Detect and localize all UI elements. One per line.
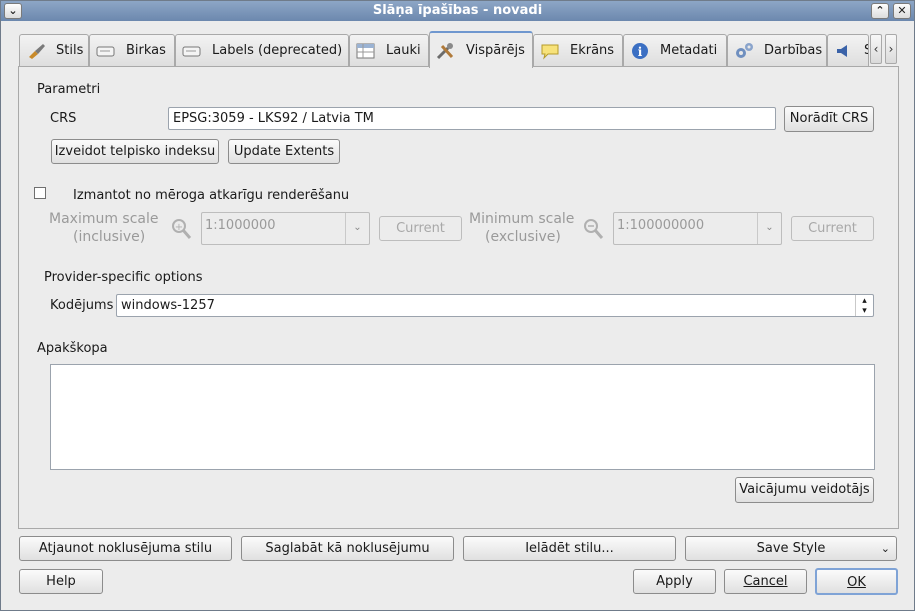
- tab-bar: Stils Birkas Labels (deprecated) Lauki V…: [19, 31, 899, 68]
- save-style-label: Save Style: [756, 541, 826, 556]
- layer-properties-window: ⌄ Slāņa īpašības - novadi ⌃ ✕ Stils Birk…: [0, 0, 915, 611]
- min-scale-current-button[interactable]: Current: [791, 216, 874, 241]
- ok-button[interactable]: OK: [815, 568, 898, 595]
- cancel-button[interactable]: Cancel: [724, 569, 807, 594]
- scale-dependent-label: Izmantot no mēroga atkarīgu renderēšanu: [73, 188, 350, 203]
- tab-label: Birkas: [126, 43, 166, 58]
- brush-icon: [26, 42, 46, 60]
- window-title: Slāņa īpašības - novadi: [372, 3, 543, 18]
- tab-actions[interactable]: Darbības: [727, 34, 827, 66]
- tab-style[interactable]: Stils: [19, 34, 89, 66]
- provider-options-heading: Provider-specific options: [44, 270, 203, 285]
- max-scale-combo[interactable]: 1:1000000 ⌄: [201, 212, 370, 245]
- chevron-down-icon: ⌄: [757, 213, 781, 244]
- query-builder-button[interactable]: Vaicājumu veidotājs: [735, 477, 874, 503]
- max-scale-value: 1:1000000: [205, 218, 276, 233]
- gears-icon: [734, 42, 754, 60]
- load-style-button[interactable]: Ielādēt stilu...: [463, 536, 676, 561]
- tab-label: S: [864, 43, 868, 58]
- info-icon: i: [630, 42, 650, 60]
- encoding-value: windows-1257: [121, 298, 215, 313]
- tab-general[interactable]: Vispārējs: [429, 31, 533, 68]
- apply-button[interactable]: Apply: [633, 569, 716, 594]
- max-scale-current-button[interactable]: Current: [379, 216, 462, 241]
- specify-crs-button[interactable]: Norādīt CRS: [784, 106, 874, 132]
- min-scale-label: Minimum scale: [469, 211, 575, 227]
- min-scale-sublabel: (exclusive): [485, 229, 561, 245]
- tab-label: Stils: [56, 43, 84, 58]
- speech-bubble-icon: [540, 42, 560, 60]
- label-icon: [96, 42, 116, 60]
- update-extents-button[interactable]: Update Extents: [228, 139, 340, 164]
- zoom-out-icon: [583, 217, 605, 245]
- tab-scroll-left-icon[interactable]: ‹: [870, 34, 882, 64]
- tab-display[interactable]: Ekrāns: [533, 34, 623, 66]
- tab-metadata[interactable]: i Metadati: [623, 34, 727, 66]
- tab-label: Labels (deprecated): [212, 43, 343, 58]
- chevron-down-icon: ⌄: [345, 213, 369, 244]
- restore-default-style-button[interactable]: Atjaunot noklusējuma stilu: [19, 536, 232, 561]
- zoom-in-icon: +: [171, 217, 193, 245]
- crs-field[interactable]: EPSG:3059 - LKS92 / Latvia TM: [168, 107, 776, 130]
- tab-label: Darbības: [764, 43, 823, 58]
- tab-label: Lauki: [386, 43, 421, 58]
- max-scale-label: Maximum scale: [49, 211, 159, 227]
- create-spatial-index-button[interactable]: Izveidot telpisko indeksu: [51, 139, 219, 164]
- tab-label: Ekrāns: [570, 43, 615, 58]
- table-icon: [356, 42, 376, 60]
- tab-fields[interactable]: Lauki: [349, 34, 429, 66]
- encoding-combo[interactable]: windows-1257 ▴ ▾: [116, 294, 874, 317]
- speaker-icon: [834, 42, 854, 60]
- title-bar: ⌄ Slāņa īpašības - novadi ⌃ ✕: [1, 1, 914, 21]
- updown-icon: ▴ ▾: [855, 295, 873, 316]
- svg-text:i: i: [638, 45, 643, 59]
- tab-overflow[interactable]: S: [827, 34, 869, 66]
- help-button[interactable]: Help: [19, 569, 103, 594]
- subset-heading: Apakškopa: [37, 341, 108, 356]
- scale-dependent-checkbox[interactable]: [34, 187, 46, 199]
- min-scale-value: 1:100000000: [617, 218, 705, 233]
- min-scale-combo[interactable]: 1:100000000 ⌄: [613, 212, 782, 245]
- tab-labels[interactable]: Birkas: [89, 34, 175, 66]
- tab-scroll-right-icon[interactable]: ›: [885, 34, 897, 64]
- subset-textarea[interactable]: [50, 364, 875, 470]
- label-icon: [182, 42, 202, 60]
- crs-label: CRS: [50, 111, 77, 126]
- tools-icon: [436, 42, 456, 60]
- close-button[interactable]: ✕: [893, 3, 911, 19]
- chevron-down-icon: ⌄: [880, 542, 890, 555]
- tab-labels-deprecated[interactable]: Labels (deprecated): [175, 34, 349, 66]
- tab-label: Metadati: [660, 43, 718, 58]
- tab-label: Vispārējs: [466, 43, 525, 58]
- maximize-button[interactable]: ⌃: [871, 3, 889, 19]
- general-panel: Parametri CRS EPSG:3059 - LKS92 / Latvia…: [18, 66, 899, 529]
- parameters-heading: Parametri: [37, 82, 101, 97]
- save-style-button[interactable]: Save Style ⌄: [685, 536, 897, 561]
- save-as-default-button[interactable]: Saglabāt kā noklusējumu: [241, 536, 454, 561]
- max-scale-sublabel: (inclusive): [73, 229, 146, 245]
- encoding-label: Kodējums: [50, 298, 114, 313]
- svg-text:+: +: [175, 222, 183, 233]
